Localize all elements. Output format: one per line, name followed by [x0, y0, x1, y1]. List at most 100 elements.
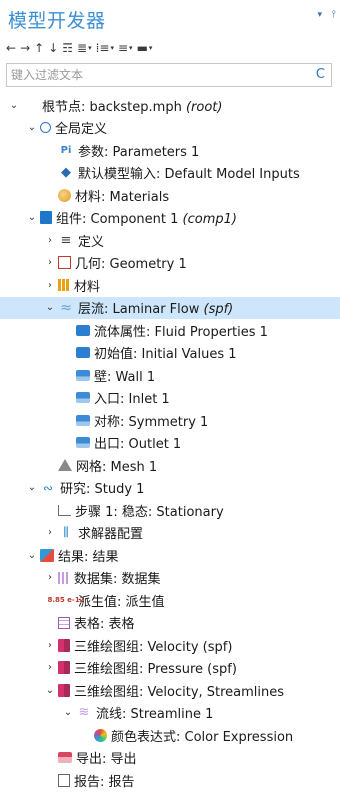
forward-button[interactable]: →: [20, 39, 30, 57]
tree-node[interactable]: 颜色表达式: Color Expression: [0, 724, 340, 746]
expand-toggle-icon[interactable]: ›: [44, 640, 56, 651]
collapse-menu-button[interactable]: ≣ ▾: [77, 39, 92, 57]
tree-node[interactable]: ⌄ ∾ 研究: Study 1: [0, 477, 340, 499]
tree-node[interactable]: 步骤 1: 稳态: Stationary: [0, 499, 340, 521]
tree-node-label: 颜色表达式: Color Expression: [111, 726, 293, 745]
def-icon: ≡: [60, 232, 72, 248]
panel-menu-icon[interactable]: ▾: [317, 10, 322, 20]
wall-icon: [76, 369, 90, 381]
tree-node-label: 三维绘图组: Pressure (spf): [74, 658, 237, 677]
tree-node-text: 派生值: 派生值: [78, 594, 165, 610]
tree-node[interactable]: 对称: Symmetry 1: [0, 409, 340, 431]
tree-node[interactable]: ⌄ 全局定义: [0, 117, 340, 139]
show-more-button[interactable]: ☶: [62, 39, 73, 57]
tree-node[interactable]: › 数据集: 数据集: [0, 567, 340, 589]
expand-toggle-icon[interactable]: ›: [44, 235, 56, 246]
tree-node[interactable]: ⌄ 组件: Component 1 (comp1): [0, 207, 340, 229]
title-bar: 模型开发器 ▾ ⫯: [0, 0, 340, 38]
tree-node-text: 参数: Parameters 1: [78, 144, 200, 160]
tree-node[interactable]: › 三维绘图组: Pressure (spf): [0, 657, 340, 679]
tree-node[interactable]: 导出: 导出: [0, 747, 340, 769]
tree-node-label: 网格: Mesh 1: [76, 456, 157, 475]
collapse-toggle-icon[interactable]: ⌄: [26, 550, 38, 561]
tree-node[interactable]: 流体属性: Fluid Properties 1: [0, 319, 340, 341]
tree-node-tag: (comp1): [182, 212, 237, 227]
stream-icon: ≋: [78, 705, 90, 720]
tree-node-label: 流体属性: Fluid Properties 1: [94, 321, 268, 340]
flow-icon: ≈: [60, 299, 72, 316]
back-button[interactable]: ←: [6, 39, 16, 57]
tree-node[interactable]: 网格: Mesh 1: [0, 454, 340, 476]
forward-icon: →: [20, 41, 31, 55]
collapse-toggle-icon[interactable]: ⌄: [26, 122, 38, 133]
tree-node[interactable]: 表格: 表格: [0, 612, 340, 634]
tree-node[interactable]: › ⫼ 求解器配置: [0, 522, 340, 544]
tree-node-label: 表格: 表格: [74, 613, 135, 632]
tree-node-tag: (root): [185, 99, 223, 115]
view-menu-icon: ≡: [117, 41, 129, 55]
tree-node[interactable]: ⌄ 结果: 结果: [0, 544, 340, 566]
tree-node-label: 材料: [74, 276, 100, 295]
tree-node[interactable]: ⌄ 三维绘图组: Velocity, Streamlines: [0, 679, 340, 701]
expand-toggle-icon[interactable]: ›: [44, 572, 56, 583]
wall-icon: [76, 437, 90, 448]
tree-node[interactable]: 报告: 报告: [0, 769, 340, 791]
tree-node-text: 对称: Symmetry 1: [94, 414, 209, 430]
collapse-toggle-icon[interactable]: ⌄: [62, 707, 74, 718]
tree-node-text: 结果: 结果: [58, 549, 119, 565]
tree-node-text: 步骤 1: 稳态: Stationary: [75, 504, 224, 520]
collapse-toggle-icon[interactable]: ⌄: [44, 685, 56, 696]
pin-menu-button[interactable]: ▬ ▾: [137, 39, 153, 57]
tree-node-text: 全局定义: [55, 122, 108, 137]
move-up-button[interactable]: ↑: [34, 39, 44, 57]
tree-node[interactable]: 初始值: Initial Values 1: [0, 342, 340, 364]
expand-toggle-icon[interactable]: ›: [44, 257, 56, 268]
tree-node-label: 研究: Study 1: [60, 478, 144, 497]
collapse-toggle-icon[interactable]: ⌄: [26, 212, 38, 223]
tree-node-text: 颜色表达式: Color Expression: [111, 729, 294, 745]
tree-node-text: 入口: Inlet 1: [94, 392, 170, 407]
collapse-menu-icon: ≣: [77, 41, 88, 55]
tree-node[interactable]: › 材料: [0, 274, 340, 296]
mesh-icon: [58, 459, 72, 471]
refresh-icon[interactable]: C: [316, 67, 325, 82]
panel-title: 模型开发器: [8, 10, 106, 32]
view-menu-button[interactable]: ≡ ▾: [118, 39, 133, 57]
root-icon: [22, 97, 38, 113]
tree-node[interactable]: ◆ 默认模型输入: Default Model Inputs: [0, 162, 340, 184]
expand-toggle-icon[interactable]: ›: [44, 662, 56, 673]
expand-menu-button[interactable]: ⁞≡ ▾: [96, 39, 114, 57]
tree-node[interactable]: 8.85 e-12 派生值: 派生值: [0, 589, 340, 611]
tree-node[interactable]: 入口: Inlet 1: [0, 387, 340, 409]
expand-toggle-icon[interactable]: ›: [44, 280, 56, 291]
expand-toggle-icon[interactable]: ›: [44, 527, 56, 538]
collapse-toggle-icon[interactable]: ⌄: [26, 482, 38, 493]
tree-node[interactable]: › 三维绘图组: Velocity (spf): [0, 634, 340, 656]
tree-node[interactable]: › ≡ 定义: [0, 229, 340, 251]
tree-node-label: 材料: Materials: [75, 186, 169, 205]
pin-icon[interactable]: ⫯: [332, 9, 336, 20]
tree-node[interactable]: 材料: Materials: [0, 184, 340, 206]
tree-node-label: 壁: Wall 1: [94, 366, 155, 385]
toolbar: ← → ↑ ↓ ☶ ≣ ▾ ⁞≡ ▾ ≡ ▾ ▬ ▾: [6, 38, 156, 58]
tree-node[interactable]: Pi 参数: Parameters 1: [0, 139, 340, 161]
tree-node[interactable]: › 几何: Geometry 1: [0, 252, 340, 274]
tree-node-text: 三维绘图组: Pressure (spf): [74, 662, 237, 677]
tree-node[interactable]: ⌄ ≋ 流线: Streamline 1: [0, 702, 340, 724]
step-icon: [58, 504, 71, 516]
tree-node-label: 求解器配置: [78, 523, 143, 542]
tree-node[interactable]: ⌄ 根节点: backstep.mph (root): [0, 94, 340, 116]
move-down-button[interactable]: ↓: [48, 39, 58, 57]
filter-input[interactable]: [7, 64, 305, 86]
tree-node-label: 初始值: Initial Values 1: [94, 343, 237, 362]
tree-node[interactable]: ⌄ ≈ 层流: Laminar Flow (spf): [0, 296, 340, 319]
tree-node[interactable]: 壁: Wall 1: [0, 364, 340, 386]
collapse-toggle-icon[interactable]: ⌄: [8, 100, 20, 111]
tree-node[interactable]: 出口: Outlet 1: [0, 432, 340, 454]
show-more-icon: ☶: [62, 41, 74, 55]
chevron-down-icon: ▾: [88, 44, 92, 52]
tree-node-label: 全局定义: [55, 118, 107, 137]
tree-node-text: 报告: 报告: [74, 774, 135, 790]
collapse-toggle-icon[interactable]: ⌄: [44, 302, 56, 313]
3d-icon: [58, 638, 70, 652]
